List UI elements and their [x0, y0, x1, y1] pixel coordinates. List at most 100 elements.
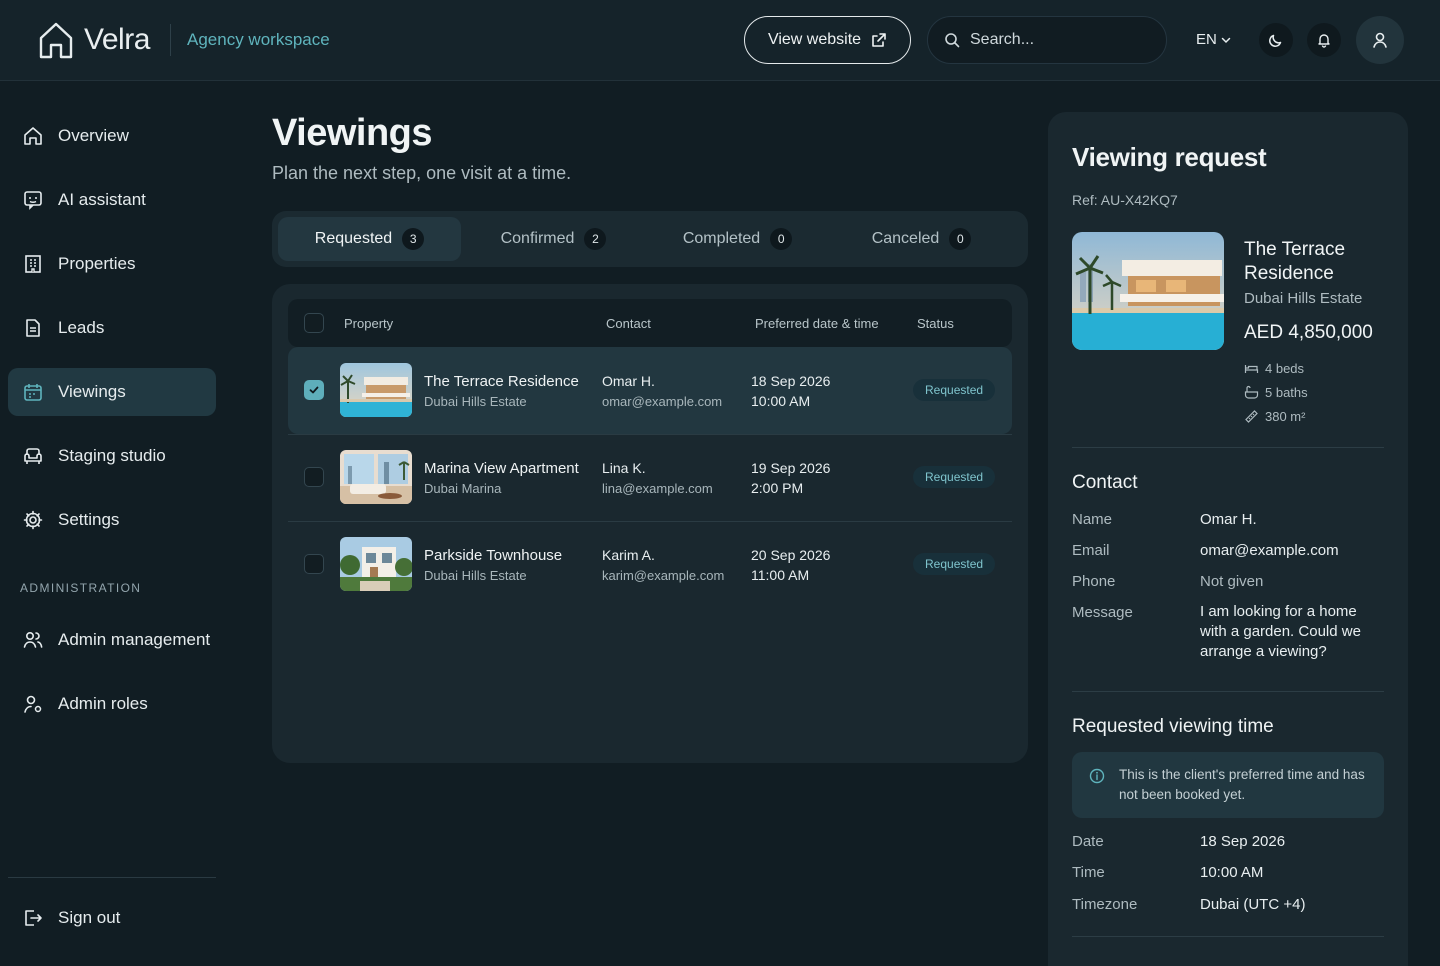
sidebar-item-label: Settings [58, 510, 120, 529]
panel-divider [1072, 936, 1384, 937]
reference-number: Ref: AU-X42KQ7 [1072, 192, 1178, 208]
language-label: EN [1196, 31, 1217, 48]
tab-confirmed[interactable]: Confirmed 2 [462, 217, 645, 261]
sidebar-item-settings[interactable]: Settings [8, 496, 216, 544]
table-row[interactable]: The Terrace Residence Dubai Hills Estate… [288, 347, 1012, 434]
phone-value: Not given [1200, 573, 1264, 590]
viewing-request-panel: Viewing request Ref: AU-X42KQ7 The Terra… [1048, 112, 1408, 966]
column-property[interactable]: Property [344, 316, 393, 331]
info-icon [1089, 768, 1105, 784]
column-status[interactable]: Status [917, 316, 954, 331]
sidebar-item-viewings[interactable]: Viewings [8, 368, 216, 416]
contact-email: omar@example.com [602, 394, 723, 409]
sign-out-label: Sign out [58, 908, 121, 927]
chevron-down-icon [1221, 37, 1231, 43]
select-all-checkbox[interactable] [304, 313, 324, 333]
search-input[interactable]: Search... [927, 16, 1167, 64]
timezone-value: Dubai (UTC +4) [1200, 896, 1306, 913]
contact-email: lina@example.com [602, 481, 713, 496]
tab-label: Requested [314, 230, 393, 247]
tab-canceled[interactable]: Canceled 0 [830, 217, 1013, 261]
beds-feature: 4 beds [1244, 361, 1304, 376]
view-website-button[interactable]: View website [744, 16, 911, 64]
sign-out-icon [25, 910, 42, 926]
property-location: Dubai Marina [424, 481, 502, 496]
external-link-icon [872, 33, 886, 47]
logo-divider [170, 24, 171, 56]
sidebar-item-staging-studio[interactable]: Staging studio [8, 432, 216, 480]
table-header: Property Contact Preferred date & time S… [288, 299, 1012, 347]
status-badge: Requested [913, 379, 996, 401]
sidebar-item-admin-roles[interactable]: Admin roles [8, 680, 216, 728]
row-checkbox[interactable] [304, 554, 324, 574]
sidebar-item-admin-management[interactable]: Admin management [8, 616, 216, 664]
sidebar-item-label: Overview [58, 126, 129, 145]
bed-icon [1244, 365, 1259, 373]
app-name: Velra [84, 23, 150, 56]
message-value: I am looking for a home with a garden. C… [1200, 603, 1361, 660]
date-label: Date [1072, 833, 1104, 850]
preferred-date: 18 Sep 2026 [751, 373, 831, 389]
app-logo[interactable]: Velra [38, 20, 150, 60]
tab-count-badge: 3 [402, 228, 425, 250]
row-checkbox[interactable] [304, 380, 324, 400]
requested-time-title: Requested viewing time [1072, 716, 1274, 737]
name-value: Omar H. [1200, 511, 1257, 528]
bath-icon [1244, 385, 1259, 399]
bell-icon [1318, 34, 1330, 48]
users-icon [23, 631, 43, 648]
property-image [1072, 232, 1224, 350]
sidebar-item-properties[interactable]: Properties [8, 240, 216, 288]
property-thumbnail [340, 450, 412, 504]
preferred-date: 20 Sep 2026 [751, 547, 831, 563]
sofa-icon [24, 448, 42, 464]
time-value: 10:00 AM [1200, 864, 1264, 881]
panel-title: Viewing request [1072, 142, 1267, 172]
language-selector[interactable]: EN [1196, 31, 1232, 48]
gear-icon [23, 510, 43, 530]
column-contact[interactable]: Contact [606, 316, 651, 331]
table-row[interactable]: Marina View Apartment Dubai Marina Lina … [288, 434, 1012, 521]
time-label: Time [1072, 864, 1105, 881]
message-label: Message [1072, 604, 1133, 621]
column-preferred-date[interactable]: Preferred date & time [755, 316, 879, 331]
property-location: Dubai Hills Estate [424, 568, 527, 583]
sidebar-item-leads[interactable]: Leads [8, 304, 216, 352]
property-name: The Terrace Residence [424, 373, 579, 390]
preferred-time: 11:00 AM [751, 567, 810, 583]
theme-toggle-button[interactable] [1259, 23, 1293, 57]
tab-count-badge: 0 [949, 228, 972, 250]
sidebar-item-label: Viewings [58, 382, 126, 401]
top-header: Velra Agency workspace View website Sear… [0, 0, 1440, 81]
user-avatar-button[interactable] [1356, 16, 1404, 64]
email-label: Email [1072, 542, 1110, 559]
row-checkbox[interactable] [304, 467, 324, 487]
tab-requested[interactable]: Requested 3 [278, 217, 461, 261]
property-price: AED 4,850,000 [1244, 322, 1373, 343]
panel-property-location: Dubai Hills Estate [1244, 290, 1363, 307]
user-key-icon [24, 695, 42, 713]
house-logo-icon [39, 22, 73, 59]
status-tabs: Requested 3 Confirmed 2 Completed 0 Canc… [272, 211, 1028, 267]
notifications-button[interactable] [1307, 23, 1341, 57]
search-placeholder: Search... [970, 31, 1035, 48]
sidebar-item-label: AI assistant [58, 190, 146, 209]
contact-name: Lina K. [602, 460, 646, 476]
view-website-label: View website [767, 31, 862, 48]
chat-bot-icon [24, 191, 42, 210]
area-feature: 380 m² [1244, 409, 1305, 424]
sign-out-button[interactable]: Sign out [8, 894, 216, 942]
document-icon [26, 319, 40, 337]
sidebar-item-ai-assistant[interactable]: AI assistant [8, 176, 216, 224]
sidebar-divider [8, 877, 216, 878]
status-badge: Requested [913, 466, 996, 488]
tab-label: Confirmed [500, 230, 575, 247]
sidebar-item-overview[interactable]: Overview [8, 112, 216, 160]
panel-divider [1072, 691, 1384, 692]
table-row[interactable]: Parkside Townhouse Dubai Hills Estate Ka… [288, 521, 1012, 608]
email-value[interactable]: omar@example.com [1200, 541, 1339, 561]
preferred-date: 19 Sep 2026 [751, 460, 831, 476]
sidebar-item-label: Admin management [58, 630, 211, 649]
sidebar-item-label: Properties [58, 254, 136, 273]
tab-completed[interactable]: Completed 0 [646, 217, 829, 261]
